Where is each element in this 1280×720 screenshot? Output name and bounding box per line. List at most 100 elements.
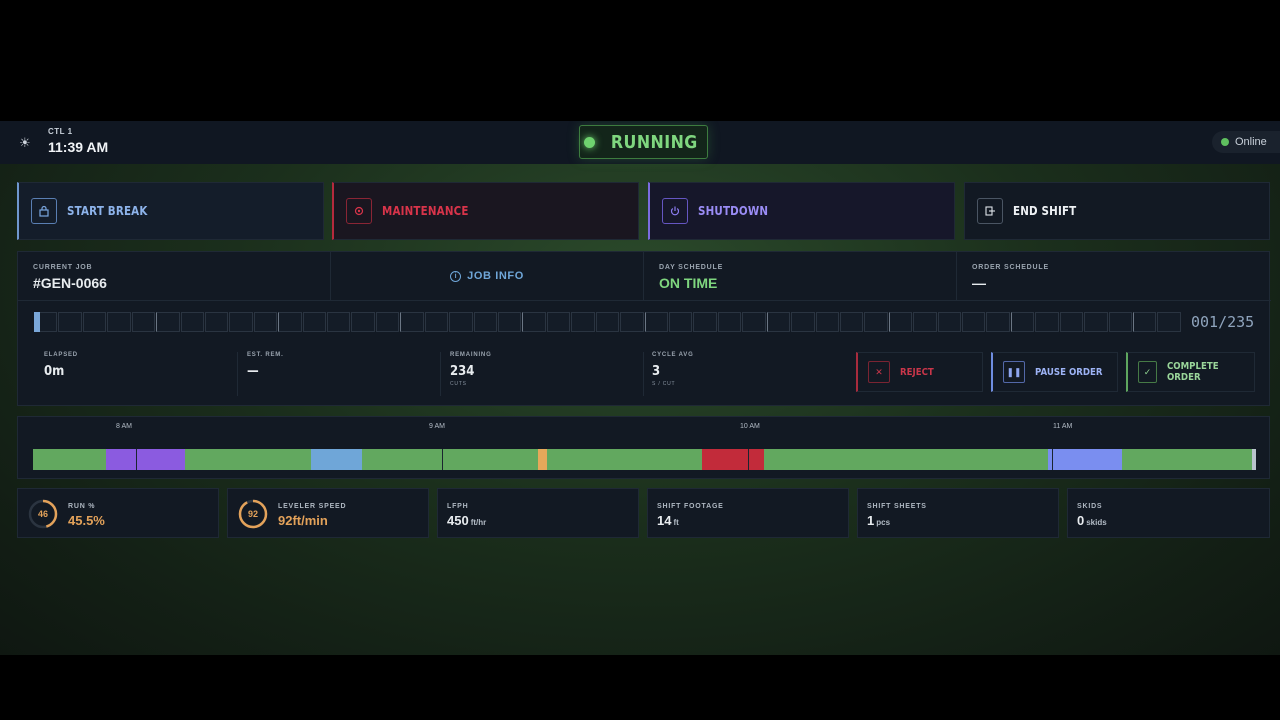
- kpi-number: 14: [657, 513, 672, 528]
- progress-cell: [571, 312, 595, 332]
- timeline-segment: [362, 449, 538, 470]
- kpi-value: 14 ft: [657, 513, 679, 528]
- timeline-segment: [547, 449, 702, 470]
- stat-remaining: REMAINING 234 CUTS: [450, 352, 644, 396]
- shutdown-label: SHUTDOWN: [698, 204, 769, 218]
- start-break-button[interactable]: START BREAK: [17, 182, 324, 240]
- progress-cell: [253, 312, 278, 332]
- complete-order-button[interactable]: ✓ COMPLETE ORDER: [1126, 352, 1255, 392]
- progress-cell: [473, 312, 498, 332]
- progress-cell: [742, 312, 766, 332]
- timeline-segment: [1252, 449, 1256, 470]
- gear-icon: [346, 198, 372, 224]
- stat-value: 3: [652, 364, 661, 379]
- shift-timeline: 8 AM 9 AM 10 AM 11 AM: [17, 416, 1270, 479]
- kpi-label: LEVELER SPEED: [278, 503, 347, 510]
- progress-cell: [327, 312, 351, 332]
- kpi-shift-sheets: SHIFT SHEETS 1 pcs: [857, 488, 1059, 538]
- progress-cell: [937, 312, 962, 332]
- job-panel: CURRENT JOB #GEN-0066 i JOB INFO DAY SCH…: [17, 251, 1271, 406]
- sun-icon[interactable]: ☀: [19, 135, 31, 151]
- progress-cell: [888, 312, 913, 332]
- connection-status: Online: [1212, 131, 1280, 153]
- kpi-value: 45.5%: [68, 513, 105, 528]
- shutdown-button[interactable]: SHUTDOWN: [648, 182, 955, 240]
- status-label: RUNNING: [610, 131, 698, 153]
- cut-progress-track: [34, 312, 1181, 332]
- gauge-value: 46: [37, 509, 48, 519]
- timeline-bar: [33, 449, 1256, 470]
- connection-label: Online: [1235, 136, 1267, 148]
- progress-cell: [595, 312, 620, 332]
- cut-progress-fill: [34, 312, 40, 332]
- kpi-number: 1: [867, 513, 875, 528]
- progress-cell: [424, 312, 449, 332]
- pause-order-button[interactable]: ❚❚ PAUSE ORDER: [991, 352, 1118, 392]
- online-dot-icon: [1221, 138, 1229, 146]
- timeline-segment: [1048, 449, 1122, 470]
- top-bar: ☀ CTL 1 11:39 AM RUNNING Online: [0, 121, 1280, 164]
- stat-unit: CUTS: [450, 381, 467, 387]
- pause-icon: ❚❚: [1003, 361, 1025, 383]
- leveler-speed-gauge: 92: [237, 498, 269, 530]
- x-icon: ✕: [868, 361, 890, 383]
- timeline-segment: [764, 449, 1048, 470]
- progress-cell: [278, 312, 302, 332]
- reject-button[interactable]: ✕ REJECT: [856, 352, 983, 392]
- current-job: CURRENT JOB #GEN-0066: [18, 252, 331, 300]
- clock: 11:39 AM: [48, 139, 109, 155]
- timeline-segment: [185, 449, 311, 470]
- hour-label: 10 AM: [740, 423, 760, 430]
- stat-label: EST. REM.: [247, 352, 284, 358]
- kpi-shift-footage: SHIFT FOOTAGE 14 ft: [647, 488, 849, 538]
- kpi-label: SHIFT FOOTAGE: [657, 503, 724, 510]
- current-job-value: #GEN-0066: [33, 275, 107, 291]
- progress-cell: [962, 312, 986, 332]
- stat-label: REMAINING: [450, 352, 492, 358]
- run-percent-gauge: 46: [27, 498, 59, 530]
- progress-cell: [913, 312, 937, 332]
- dashboard-screen: ☀ CTL 1 11:39 AM RUNNING Online START BR…: [0, 121, 1280, 655]
- progress-cell: [839, 312, 864, 332]
- maintenance-label: MAINTENANCE: [382, 204, 469, 218]
- progress-cell: [58, 312, 82, 332]
- progress-cell: [522, 312, 546, 332]
- divider: [18, 300, 1271, 301]
- progress-cell: [717, 312, 742, 332]
- progress-cell: [351, 312, 375, 332]
- order-schedule: ORDER SCHEDULE —: [957, 252, 1270, 300]
- stat-value: 0m: [44, 364, 65, 379]
- day-schedule-label: DAY SCHEDULE: [659, 264, 724, 271]
- stat-elapsed: ELAPSED 0m: [44, 352, 238, 396]
- progress-cell: [1059, 312, 1084, 332]
- timeline-hour-tick: [748, 449, 749, 470]
- gauge-value: 92: [247, 509, 258, 519]
- job-info-label: JOB INFO: [467, 270, 524, 282]
- progress-cell: [815, 312, 839, 332]
- end-shift-button[interactable]: END SHIFT: [964, 182, 1270, 240]
- stat-value: —: [247, 364, 259, 379]
- kpi-label: LFPH: [447, 503, 469, 510]
- timeline-segment: [538, 449, 547, 470]
- day-schedule-value: ON TIME: [659, 275, 718, 291]
- progress-cell: [204, 312, 229, 332]
- progress-cell: [766, 312, 791, 332]
- job-info-button[interactable]: i JOB INFO: [331, 252, 644, 300]
- progress-cell: [131, 312, 156, 332]
- progress-cell: [498, 312, 522, 332]
- progress-cell: [546, 312, 571, 332]
- progress-cell: [82, 312, 107, 332]
- lock-icon: [31, 198, 57, 224]
- day-schedule: DAY SCHEDULE ON TIME: [644, 252, 957, 300]
- progress-cell: [449, 312, 473, 332]
- progress-cell: [1010, 312, 1035, 332]
- running-status-badge: RUNNING: [579, 125, 708, 159]
- kpi-value: 1 pcs: [867, 513, 890, 528]
- end-shift-label: END SHIFT: [1013, 204, 1077, 218]
- progress-cell: [156, 312, 180, 332]
- progress-cell: [1035, 312, 1059, 332]
- maintenance-button[interactable]: MAINTENANCE: [332, 182, 639, 240]
- cut-counter: 001/235: [1191, 313, 1255, 331]
- order-schedule-label: ORDER SCHEDULE: [972, 264, 1049, 271]
- timeline-segment: [106, 449, 185, 470]
